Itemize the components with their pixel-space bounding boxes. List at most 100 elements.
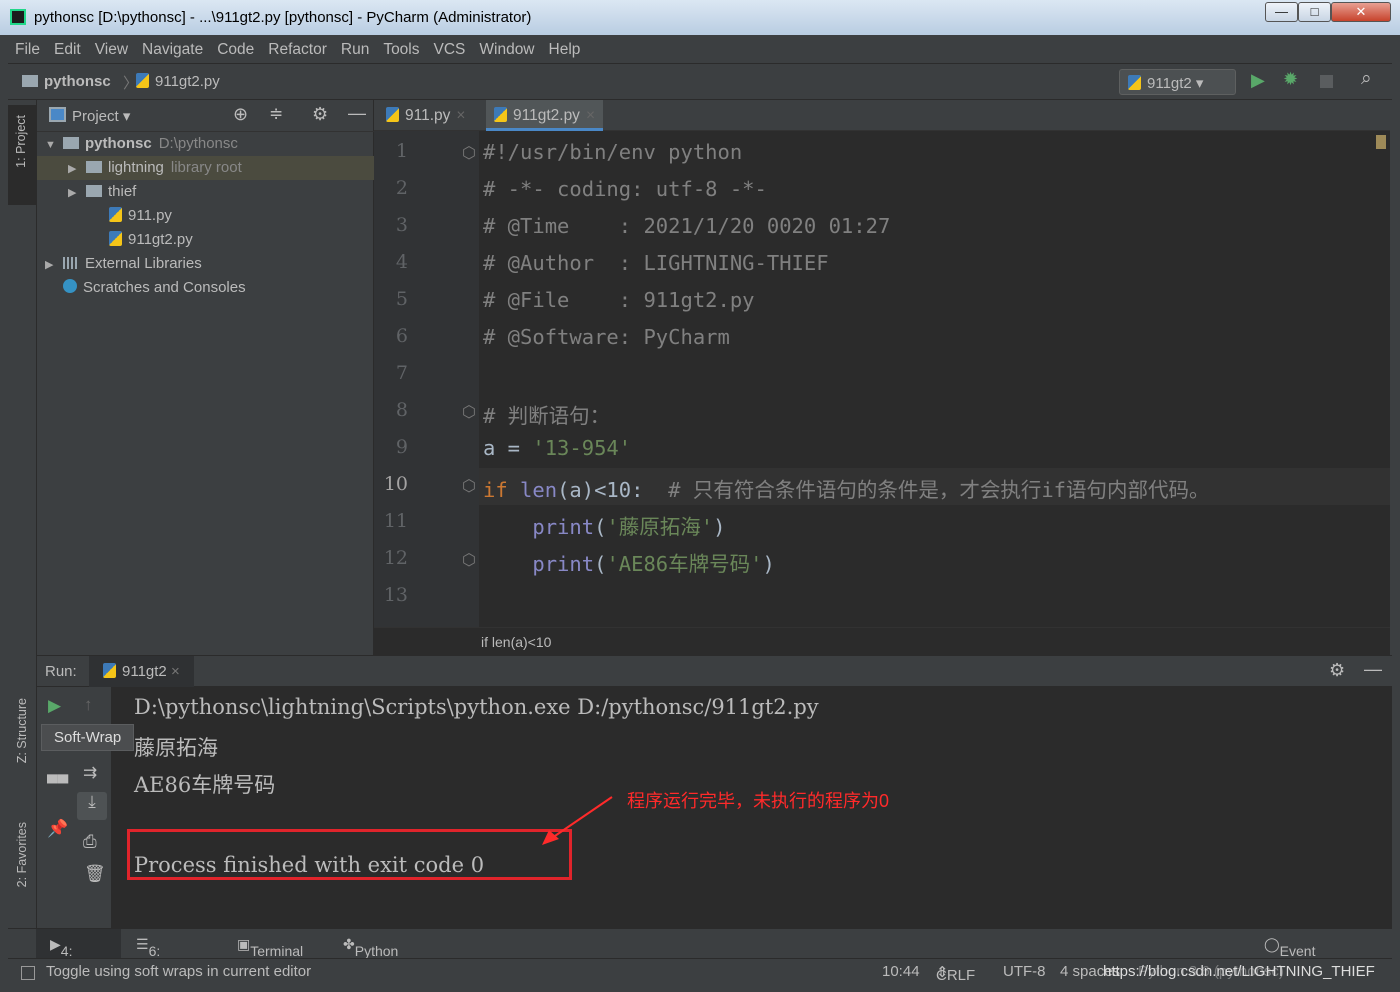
- fold-icon[interactable]: ⬡: [462, 476, 476, 496]
- menu-navigate[interactable]: Navigate: [135, 35, 210, 59]
- code-area[interactable]: #!/usr/bin/env python # -*- coding: utf-8…: [480, 131, 1390, 627]
- search-icon[interactable]: ⌕: [1361, 68, 1372, 90]
- code-line: # @Time : 2021/1/20 0020 01:27: [483, 214, 891, 238]
- menu-refactor[interactable]: Refactor: [261, 35, 334, 59]
- menu-code[interactable]: Code: [210, 35, 261, 59]
- tree-item-hint: library root: [170, 159, 242, 176]
- watermark: https://blog.csdn.net/LIGHTNING_THIEF: [1103, 963, 1375, 980]
- tab-911gt2-py[interactable]: 911gt2.py ×: [486, 100, 603, 131]
- fold-icon[interactable]: ⬡: [462, 402, 476, 422]
- tree-item[interactable]: ▶ External Libraries: [37, 252, 374, 276]
- event-log-button[interactable]: ◯ Event Log: [1264, 936, 1315, 975]
- project-view-select[interactable]: Project ▾: [72, 107, 130, 125]
- menu-edit[interactable]: Edit: [47, 35, 88, 59]
- run-console: ▶ ↑ ⇉ ▀▀ ⤓ 📌 ⎙ 🗑 Soft-Wrap 程序运行完毕，未执行的程序…: [37, 687, 1392, 928]
- line-separator[interactable]: CRLF ⇕: [936, 963, 975, 984]
- menu-window[interactable]: Window: [472, 35, 541, 59]
- tab-911-py[interactable]: 911.py ×: [378, 100, 473, 131]
- soft-wrap-icon[interactable]: ⇉: [83, 763, 97, 783]
- gutter: 1 2 3 4 5 6 7 8 9 10 11 12 13 ⬡ ⬡ ⬡ ⬡: [374, 131, 479, 627]
- tab-terminal[interactable]: ▣ Terminal: [237, 936, 303, 959]
- code-line: print('藤原拓海'): [532, 515, 726, 539]
- tree-item[interactable]: 911gt2.py: [37, 228, 374, 252]
- up-icon[interactable]: ↑: [84, 695, 93, 715]
- tree-item-hint: D:\pythonsc: [158, 135, 238, 152]
- close-button[interactable]: ✕: [1331, 2, 1391, 22]
- python-file-icon: [386, 107, 399, 122]
- fold-icon[interactable]: ⬡: [462, 143, 476, 163]
- toggle-icon[interactable]: [21, 966, 35, 980]
- code-line: # @File : 911gt2.py: [483, 288, 755, 312]
- scroll-to-end-icon[interactable]: ⤓: [77, 792, 107, 820]
- run-label: Run:: [45, 663, 77, 680]
- run-tab[interactable]: 911gt2 ×: [89, 656, 194, 687]
- stop-icon[interactable]: [1320, 75, 1333, 88]
- hide-icon[interactable]: —: [348, 103, 366, 124]
- expand-icon[interactable]: ▼: [45, 133, 63, 157]
- fold-icon[interactable]: ⬡: [462, 550, 476, 570]
- encoding[interactable]: UTF-8: [1003, 963, 1046, 980]
- soft-wrap-tooltip: Soft-Wrap: [41, 724, 135, 751]
- tree-item[interactable]: Scratches and Consoles: [37, 276, 374, 300]
- maximize-button[interactable]: □: [1298, 2, 1331, 22]
- tree-item[interactable]: ▶ lightning library root: [37, 156, 374, 180]
- console-line: 藤原拓海: [134, 736, 218, 760]
- editor: 911.py × 911gt2.py × 1 2 3 4 5 6 7 8 9 10 11 12 13 ⬡ ⬡ ⬡ ⬡ …: [374, 100, 1390, 655]
- print-icon[interactable]: ⎙: [83, 832, 97, 852]
- line-number: 5: [395, 288, 408, 310]
- breadcrumb[interactable]: if len(a)<10: [374, 627, 1390, 655]
- hide-icon[interactable]: —: [1364, 659, 1382, 680]
- minimize-button[interactable]: —: [1265, 2, 1298, 22]
- tab-run[interactable]: ▶ 4: Run: [50, 936, 86, 975]
- nav-project[interactable]: pythonsc: [44, 73, 111, 90]
- menu-view[interactable]: View: [88, 35, 135, 59]
- tree-item[interactable]: ▶ thief: [37, 180, 374, 204]
- code-line: print('AE86车牌号码'): [532, 552, 775, 576]
- menu-help[interactable]: Help: [542, 35, 588, 59]
- run-config-select[interactable]: 911gt2 ▾: [1119, 69, 1236, 95]
- close-tab-icon[interactable]: ×: [586, 107, 595, 124]
- run-panel-header: Run: 911gt2 × ⚙ —: [37, 655, 1392, 687]
- run-icon[interactable]: ▶: [1251, 70, 1265, 91]
- gear-icon[interactable]: ⚙: [312, 104, 328, 125]
- tree-item-label: 911gt2.py: [128, 231, 193, 248]
- project-panel: Project ▾ ⊕ ≑ ⚙ — ▼ pythonsc D:\pythonsc ▶ l…: [37, 100, 374, 655]
- project-tool-button[interactable]: 1: Project: [14, 115, 28, 168]
- python-file-icon: [136, 73, 149, 88]
- collapse-all-icon[interactable]: ≑: [269, 104, 283, 124]
- bottom-tool-tabs: ▶ 4: Run ☰ 6: TODO ▣ Terminal ✤ Python C…: [8, 928, 1392, 975]
- favorites-tool-button[interactable]: 2: Favorites: [15, 822, 29, 887]
- collapse-arrow-icon[interactable]: ▶: [45, 253, 63, 277]
- library-icon: [63, 257, 79, 269]
- close-tab-icon[interactable]: ×: [456, 107, 465, 124]
- menu-run[interactable]: Run: [334, 35, 376, 59]
- nav-file[interactable]: 911gt2.py: [155, 73, 220, 90]
- tab-python-console[interactable]: ✤ Python Console: [343, 936, 406, 975]
- collapse-arrow-icon[interactable]: ▶: [68, 181, 86, 205]
- annotation-text: 程序运行完毕，未执行的程序为0: [627, 791, 890, 811]
- rerun-icon[interactable]: ▶: [48, 696, 61, 716]
- tree-item[interactable]: 911.py: [37, 204, 374, 228]
- tree-item-label: External Libraries: [85, 255, 202, 272]
- line-number: 2: [395, 177, 408, 199]
- folder-icon: [22, 75, 38, 87]
- layout-icon[interactable]: ▀▀: [47, 775, 68, 792]
- menu-tools[interactable]: Tools: [376, 35, 426, 59]
- pin-icon[interactable]: 📌: [47, 819, 68, 839]
- tree-item-label: lightning: [108, 159, 164, 176]
- line-number: 7: [395, 362, 408, 384]
- folder-icon: [86, 185, 102, 197]
- collapse-arrow-icon[interactable]: ▶: [68, 157, 86, 181]
- trash-icon[interactable]: 🗑: [84, 864, 106, 884]
- tree-item-label: pythonsc: [85, 135, 152, 152]
- tab-todo[interactable]: ☰ 6: TODO: [136, 936, 189, 975]
- left-tool-stripe: 1: Project Z: Structure 2: Favorites: [8, 100, 37, 928]
- tree-item[interactable]: ▼ pythonsc D:\pythonsc: [37, 132, 374, 156]
- gear-icon[interactable]: ⚙: [1329, 660, 1345, 681]
- menu-file[interactable]: File: [8, 35, 47, 59]
- caret-position[interactable]: 10:44: [882, 963, 920, 980]
- locate-icon[interactable]: ⊕: [233, 104, 248, 125]
- structure-tool-button[interactable]: Z: Structure: [15, 698, 29, 763]
- menu-vcs[interactable]: VCS: [427, 35, 473, 59]
- debug-icon[interactable]: ✹: [1283, 69, 1298, 90]
